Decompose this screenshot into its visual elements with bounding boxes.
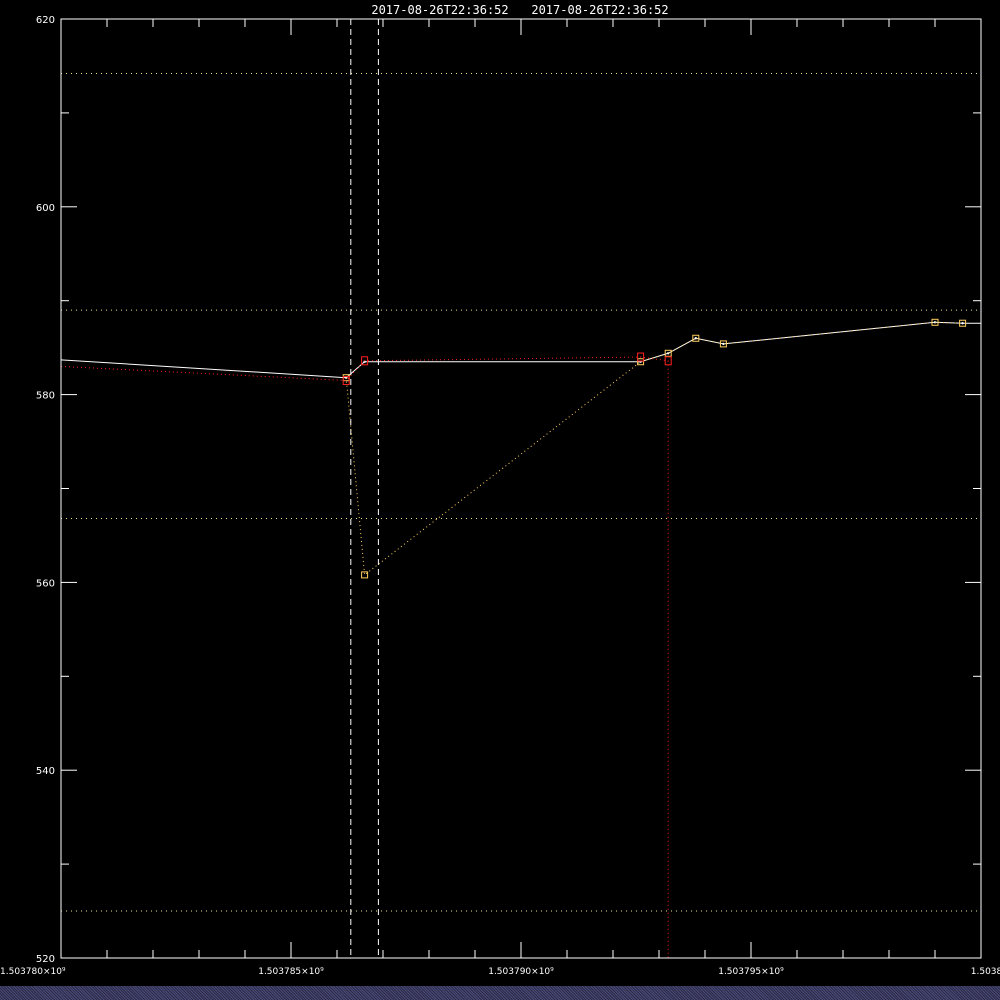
plot-canvas: 2017-08-26T22:36:52 2017-08-26T22:36:52 …: [0, 3, 1000, 977]
vertical-markers: [350, 19, 379, 958]
y-tick-label: 600: [36, 203, 55, 214]
x-tick-label: 1.503795×10⁹: [718, 967, 784, 977]
plot-frame: [60, 18, 982, 959]
series-point: [694, 337, 697, 340]
y-tick-labels: 520 540 560 580 600 620: [36, 15, 55, 965]
series-point: [961, 322, 964, 325]
x-tick-label: 1.503780×10⁹: [0, 967, 66, 977]
series-line-red-dotted: [60, 356, 669, 382]
bottom-strip: [0, 986, 1000, 1000]
x-tick-label: 1.503800×: [971, 967, 1000, 977]
y-tick-label: 540: [36, 766, 55, 777]
series-layer: [60, 318, 981, 958]
x-tick-label: 1.503785×10⁹: [258, 967, 324, 977]
series-line-white-solid: [60, 321, 981, 379]
chart-title-left: 2017-08-26T22:36:52: [371, 3, 508, 17]
x-tick-labels: 1.503780×10⁹ 1.503785×10⁹ 1.503790×10⁹ 1.50…: [0, 967, 1000, 977]
y-tick-label: 580: [36, 391, 55, 402]
threshold-lines: [61, 72, 981, 912]
y-tick-label: 620: [36, 15, 55, 26]
y-tick-label: 520: [36, 954, 55, 965]
axis-ticks: [60, 18, 982, 959]
y-tick-label: 560: [36, 578, 55, 589]
series-line-yellow-dotted: [345, 321, 963, 576]
chart-title-right: 2017-08-26T22:36:52: [531, 3, 668, 17]
x-tick-label: 1.503790×10⁹: [488, 967, 554, 977]
